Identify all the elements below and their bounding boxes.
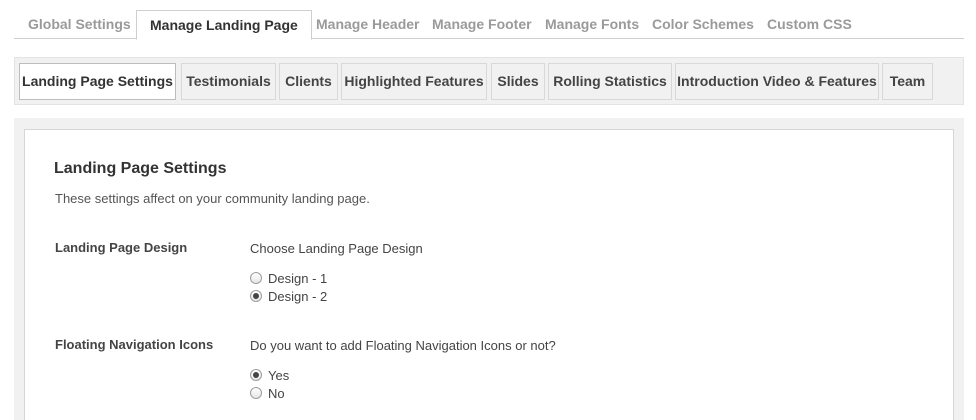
tab-global-settings[interactable]: Global Settings xyxy=(28,10,131,39)
section-title: Landing Page Settings xyxy=(54,160,227,177)
subtab-rolling-statistics[interactable]: Rolling Statistics xyxy=(548,63,672,100)
tab-manage-footer[interactable]: Manage Footer xyxy=(432,10,532,39)
floating-nav-yes-radio[interactable] xyxy=(250,369,262,381)
floating-nav-label: Floating Navigation Icons xyxy=(55,337,214,352)
floating-nav-question: Do you want to add Floating Navigation I… xyxy=(250,338,556,353)
tab-color-schemes[interactable]: Color Schemes xyxy=(652,10,754,39)
design-2-option[interactable]: Design - 2 xyxy=(250,288,327,304)
landing-page-subtab-bar: Landing Page Settings Testimonials Clien… xyxy=(14,57,964,105)
section-description: These settings affect on your community … xyxy=(55,191,370,206)
subtab-landing-page-settings[interactable]: Landing Page Settings xyxy=(19,63,176,100)
tab-manage-fonts[interactable]: Manage Fonts xyxy=(545,10,639,39)
design-1-option[interactable]: Design - 1 xyxy=(250,270,327,286)
design-1-label: Design - 1 xyxy=(268,270,328,286)
floating-nav-no-label: No xyxy=(268,385,285,401)
landing-page-design-label: Landing Page Design xyxy=(55,240,188,255)
tab-manage-landing-page[interactable]: Manage Landing Page xyxy=(136,10,312,40)
design-1-radio[interactable] xyxy=(250,272,262,284)
floating-nav-no-option[interactable]: No xyxy=(250,385,285,401)
landing-page-design-question: Choose Landing Page Design xyxy=(250,241,423,256)
subtab-slides[interactable]: Slides xyxy=(491,63,545,100)
design-2-label: Design - 2 xyxy=(268,288,328,304)
tab-manage-header[interactable]: Manage Header xyxy=(316,10,419,39)
subtab-testimonials[interactable]: Testimonials xyxy=(181,63,276,100)
floating-nav-no-radio[interactable] xyxy=(250,387,262,399)
subtab-team[interactable]: Team xyxy=(882,63,933,100)
subtab-clients[interactable]: Clients xyxy=(279,63,338,100)
subtab-highlighted-features[interactable]: Highlighted Features xyxy=(341,63,487,100)
design-2-radio[interactable] xyxy=(250,290,262,302)
main-tab-bar: Global Settings Manage Landing Page Mana… xyxy=(14,10,964,40)
tab-custom-css[interactable]: Custom CSS xyxy=(767,10,852,39)
subtab-introduction-video-features[interactable]: Introduction Video & Features xyxy=(675,63,879,100)
floating-nav-yes-label: Yes xyxy=(268,367,290,383)
floating-nav-yes-option[interactable]: Yes xyxy=(250,367,289,383)
